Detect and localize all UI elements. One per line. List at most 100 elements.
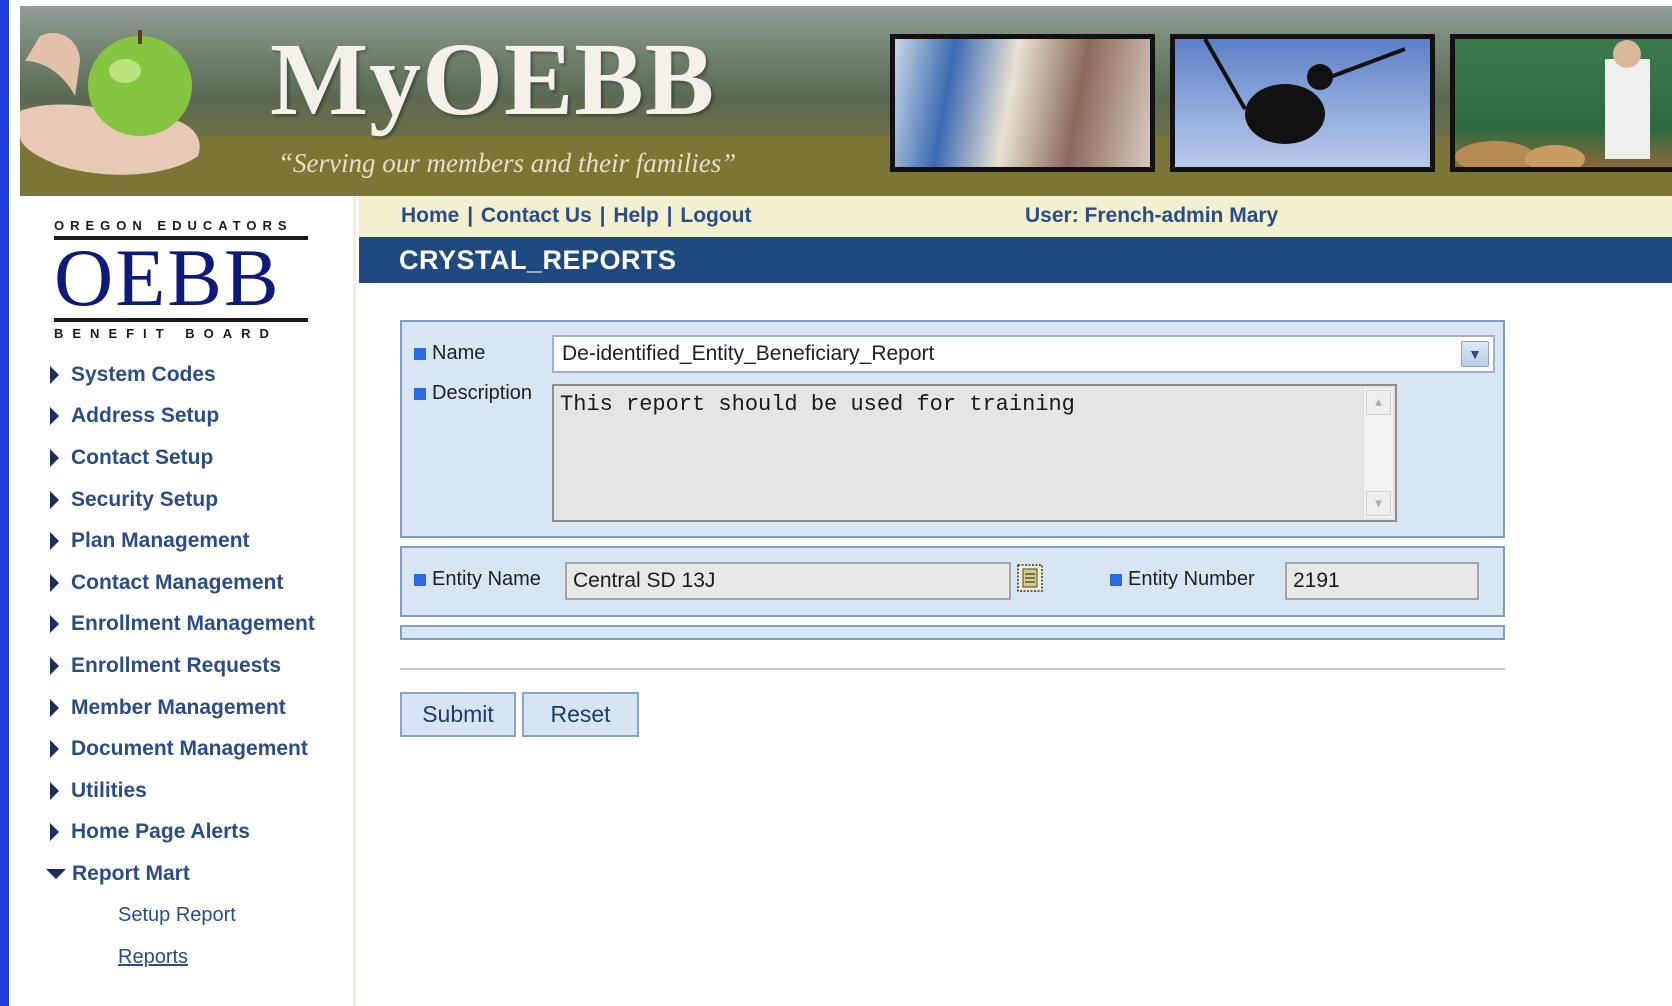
sidebar-item-label: Plan Management (71, 529, 250, 553)
triangle-right-icon (50, 490, 59, 509)
lookup-icon[interactable] (1014, 562, 1046, 594)
entity-name-label: Entity Name (414, 568, 541, 591)
sidebar-item-label: Member Management (71, 695, 286, 719)
triangle-right-icon (50, 656, 59, 675)
sidebar-item-label: Contact Management (71, 570, 284, 594)
nav-separator: | (660, 204, 679, 227)
top-nav-bar: Home | Contact Us | Help | Logout User: … (359, 196, 1672, 237)
entity-name-label-text: Entity Name (432, 568, 541, 590)
nav-separator: | (461, 204, 479, 227)
triangle-right-icon (50, 365, 59, 384)
page-title: CRYSTAL_REPORTS (399, 245, 677, 275)
sidebar-item-contact-management[interactable]: Contact Management (46, 562, 351, 604)
sidebar-item-home-page-alerts[interactable]: Home Page Alerts (46, 812, 351, 854)
triangle-right-icon (50, 448, 59, 467)
triangle-down-icon (46, 868, 66, 879)
entity-name-field[interactable]: Central SD 13J (565, 562, 1011, 600)
description-text: This report should be used for training (560, 392, 1075, 417)
scroll-down-icon[interactable]: ▼ (1366, 491, 1391, 516)
site-title: MyOEBB (270, 22, 716, 137)
banner-photo-child-painting (890, 34, 1155, 172)
sidebar-item-document-management[interactable]: Document Management (46, 728, 351, 770)
entity-number-label-text: Entity Number (1128, 568, 1255, 590)
sidebar-item-plan-management[interactable]: Plan Management (46, 520, 351, 562)
description-textarea[interactable]: This report should be used for training … (552, 384, 1397, 522)
required-bullet-icon (414, 387, 426, 400)
scroll-up-icon[interactable]: ▲ (1366, 390, 1391, 415)
sidebar-subitem-reports[interactable]: Reports (46, 936, 351, 978)
triangle-right-icon (50, 615, 59, 634)
sidebar-item-report-mart[interactable]: Report Mart (46, 853, 351, 895)
sidebar-item-label: Report Mart (72, 861, 190, 885)
sidebar-item-label: Document Management (71, 737, 308, 761)
required-bullet-icon (414, 573, 426, 586)
left-window-border (0, 0, 20, 1006)
empty-panel (400, 625, 1505, 640)
name-label-text: Name (432, 342, 486, 364)
banner-photo-swing (1170, 34, 1435, 172)
sidebar-subitem-setup-report[interactable]: Setup Report (46, 895, 351, 937)
page-frame: MyOEBB “Serving our members and their fa… (0, 0, 1672, 1006)
nav-link-help[interactable]: Help (613, 204, 659, 227)
triangle-right-icon (50, 532, 59, 551)
sidebar: OREGON EDUCATORS OEBB BENEFIT BOARD Syst… (20, 196, 356, 1006)
triangle-right-icon (50, 698, 59, 717)
entity-number-field[interactable]: 2191 (1285, 562, 1479, 600)
entity-number-label: Entity Number (1110, 568, 1255, 591)
sidebar-item-enrollment-requests[interactable]: Enrollment Requests (46, 645, 351, 687)
description-scrollbar[interactable]: ▲ ▼ (1363, 388, 1393, 518)
report-details-panel: Name De-identified_Entity_Beneficiary_Re… (400, 320, 1505, 538)
sidebar-item-member-management[interactable]: Member Management (46, 687, 351, 729)
triangle-right-icon (50, 781, 59, 800)
top-nav-links: Home | Contact Us | Help | Logout (401, 204, 752, 228)
sidebar-item-label: Address Setup (71, 404, 220, 428)
sidebar-item-label: Enrollment Requests (71, 653, 282, 677)
entity-panel: Entity Name Central SD 13J Entity Number… (400, 546, 1505, 617)
required-bullet-icon (1110, 573, 1122, 586)
sidebar-nav: System Codes Address Setup Contact Setup… (46, 354, 351, 978)
site-tagline: “Serving our members and their families” (278, 148, 737, 178)
sidebar-subitem-label: Setup Report (118, 904, 236, 927)
logo-big-text: OEBB (54, 232, 281, 323)
page-title-bar: CRYSTAL_REPORTS (359, 237, 1672, 283)
sidebar-item-system-codes[interactable]: System Codes (46, 354, 351, 396)
entity-name-value: Central SD 13J (573, 569, 716, 592)
name-select-value: De-identified_Entity_Beneficiary_Report (562, 342, 935, 365)
chevron-down-icon[interactable]: ▼ (1461, 341, 1489, 367)
reset-button[interactable]: Reset (522, 692, 639, 737)
required-bullet-icon (414, 347, 426, 360)
sidebar-item-label: Utilities (71, 778, 147, 802)
form-divider (400, 668, 1505, 670)
sidebar-item-contact-setup[interactable]: Contact Setup (46, 437, 351, 479)
sidebar-item-address-setup[interactable]: Address Setup (46, 396, 351, 438)
banner-photo-classroom (1450, 34, 1672, 172)
current-user-label: User: French-admin Mary (1025, 204, 1279, 227)
sidebar-item-security-setup[interactable]: Security Setup (46, 479, 351, 521)
sidebar-item-label: Security Setup (71, 487, 219, 511)
sidebar-item-enrollment-management[interactable]: Enrollment Management (46, 604, 351, 646)
nav-link-home[interactable]: Home (401, 204, 459, 227)
name-label: Name (414, 342, 485, 365)
name-select[interactable]: De-identified_Entity_Beneficiary_Report … (552, 335, 1495, 373)
nav-separator: | (593, 204, 612, 227)
sidebar-item-label: Home Page Alerts (71, 820, 250, 844)
oebb-logo: OREGON EDUCATORS OEBB BENEFIT BOARD (54, 218, 312, 342)
header-banner: MyOEBB “Serving our members and their fa… (20, 6, 1672, 196)
description-label: Description (414, 382, 532, 405)
description-label-text: Description (432, 382, 533, 404)
sidebar-item-utilities[interactable]: Utilities (46, 770, 351, 812)
nav-link-contact-us[interactable]: Contact Us (481, 204, 592, 227)
triangle-right-icon (50, 407, 59, 426)
triangle-right-icon (50, 573, 59, 592)
submit-button[interactable]: Submit (400, 692, 516, 737)
nav-link-logout[interactable]: Logout (680, 204, 751, 227)
sidebar-item-label: System Codes (71, 362, 216, 386)
logo-bottom-text: BENEFIT BOARD (54, 326, 278, 342)
entity-number-value: 2191 (1293, 569, 1340, 592)
sidebar-subitem-label: Reports (118, 945, 189, 968)
sidebar-item-label: Contact Setup (71, 445, 214, 469)
sidebar-item-label: Enrollment Management (71, 612, 315, 636)
triangle-right-icon (50, 823, 59, 842)
triangle-right-icon (50, 740, 59, 759)
logo-top-text: OREGON EDUCATORS (54, 218, 293, 233)
